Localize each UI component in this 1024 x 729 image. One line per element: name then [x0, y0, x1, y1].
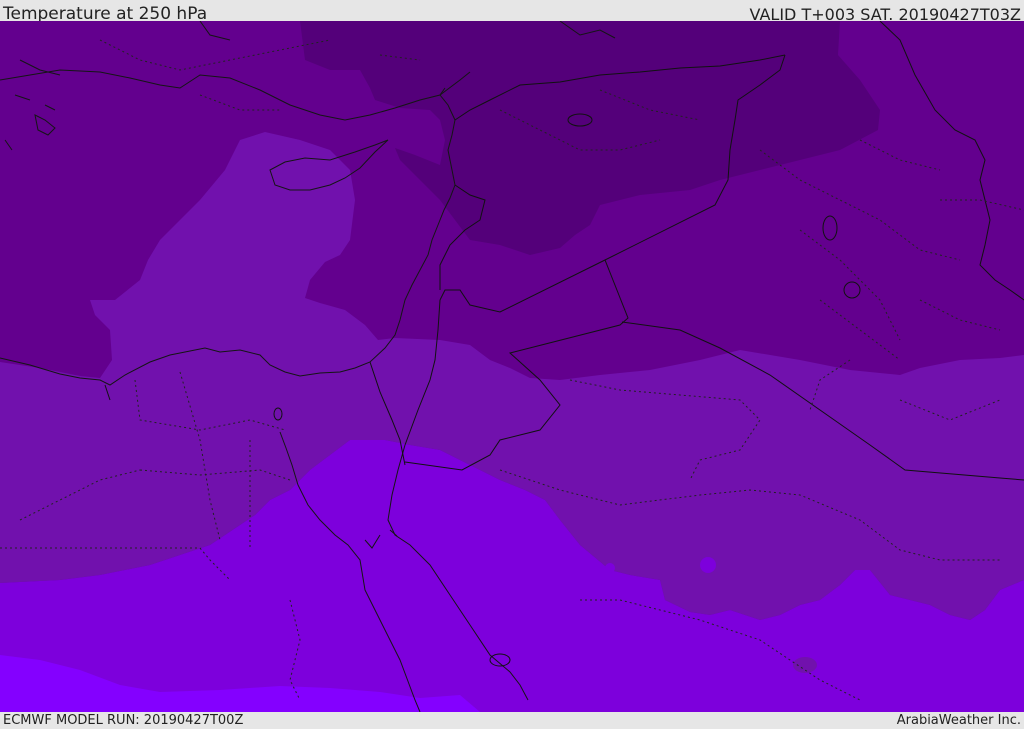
map-frame: Temperature at 250 hPa VALID T+003 SAT. …	[0, 0, 1024, 729]
temp-pocket-3	[605, 563, 615, 573]
temperature-map	[0, 21, 1024, 712]
credit-label: ArabiaWeather Inc.	[896, 713, 1021, 728]
temp-pocket-2	[700, 557, 716, 573]
header-bar: Temperature at 250 hPa VALID T+003 SAT. …	[0, 0, 1024, 24]
footer-bar: ECMWF MODEL RUN: 20190427T00Z ArabiaWeat…	[0, 712, 1024, 729]
model-run-label: ECMWF MODEL RUN: 20190427T00Z	[3, 713, 244, 728]
